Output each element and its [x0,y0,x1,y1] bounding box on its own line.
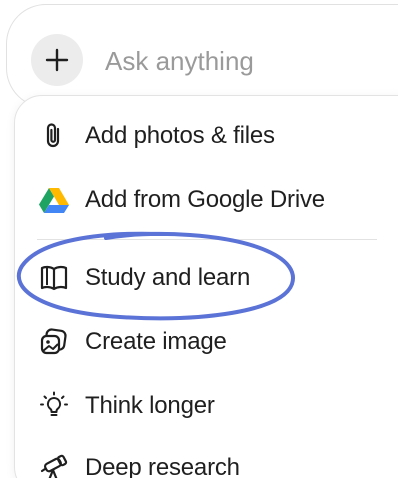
prompt-input[interactable] [105,41,385,81]
plus-icon [45,48,69,72]
menu-item-add-photos-files[interactable]: Add photos & files [39,114,275,158]
menu-item-label: Add from Google Drive [85,186,325,213]
menu-item-label: Add photos & files [85,122,275,149]
screen: Add photos & files Add from Google Drive [0,0,398,478]
menu-item-label: Create image [85,328,227,355]
menu-item-create-image[interactable]: Create image [39,320,227,364]
menu-item-label: Study and learn [85,264,251,291]
image-icon [39,327,69,357]
add-button[interactable] [31,34,83,86]
menu-item-study-and-learn[interactable]: Study and learn [39,256,250,300]
paperclip-icon [39,121,69,151]
menu-item-deep-research[interactable]: Deep research [39,446,240,478]
telescope-icon [39,453,69,478]
lightbulb-icon [39,391,69,421]
attach-menu: Add photos & files Add from Google Drive [14,95,398,478]
open-book-icon [39,263,69,293]
google-drive-icon [39,185,69,215]
menu-item-add-google-drive[interactable]: Add from Google Drive [39,178,325,222]
menu-divider [37,239,377,240]
menu-item-label: Deep research [85,454,240,478]
chat-composer [6,4,398,108]
menu-item-think-longer[interactable]: Think longer [39,384,215,428]
menu-item-label: Think longer [85,392,215,419]
